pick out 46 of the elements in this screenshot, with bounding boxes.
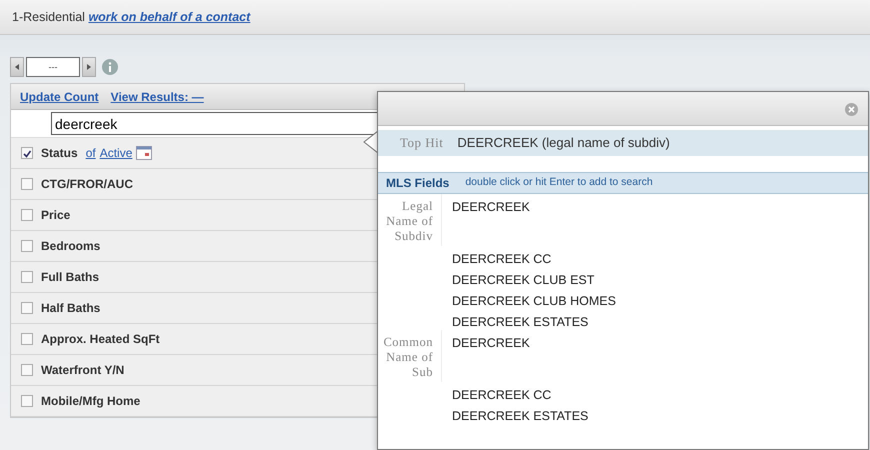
checkbox[interactable] [21,147,33,159]
criterion-label: CTG/FROR/AUC [41,176,133,193]
checkbox[interactable] [21,209,33,221]
next-button[interactable] [82,57,96,77]
calendar-icon[interactable] [136,146,152,160]
checkbox[interactable] [21,240,33,252]
suggestion-item[interactable]: DEERCREEK CC [442,382,868,403]
suggestion-item[interactable]: DEERCREEK [442,194,868,246]
suggestion-item[interactable]: DEERCREEK CLUB HOMES [442,288,868,309]
checkbox[interactable] [21,333,33,345]
suggestion-item[interactable]: DEERCREEK CC [442,246,868,267]
checkbox[interactable] [21,395,33,407]
field-label: Legal Name of Subdiv [378,194,442,246]
checkbox[interactable] [21,271,33,283]
criterion-label: Bedrooms [41,238,100,255]
checkbox[interactable] [21,302,33,314]
view-results-link[interactable]: View Results: — [110,88,204,106]
connector-link[interactable]: of [86,144,96,162]
top-hit-result[interactable]: DEERCREEK (legal name of subdiv) [457,133,670,153]
previous-button[interactable] [10,57,24,77]
criterion-label: Status [41,145,78,162]
info-icon[interactable] [102,59,118,75]
criterion-label: Waterfront Y/N [41,362,124,379]
module-title: 1-Residential [12,10,85,24]
section-hint: double click or hit Enter to add to search [465,175,653,190]
top-hit-label: Top Hit [400,134,444,152]
suggestion-item[interactable]: DEERCREEK CLUB EST [442,267,868,288]
criterion-label: Price [41,207,70,224]
criterion-label: Approx. Heated SqFt [41,331,160,348]
criterion-label: Half Baths [41,300,100,317]
suggestion-item[interactable]: DEERCREEK ESTATES [442,403,868,424]
right-arrow-icon [87,64,91,70]
page-field[interactable]: --- [26,57,80,77]
checkbox[interactable] [21,364,33,376]
update-count-link[interactable]: Update Count [20,88,99,106]
criterion-label: Mobile/Mfg Home [41,393,140,410]
criterion-label: Full Baths [41,269,100,286]
left-arrow-icon [15,64,19,70]
suggestion-item[interactable]: DEERCREEK ESTATES [442,309,868,330]
close-icon[interactable] [845,103,858,116]
checkbox[interactable] [21,178,33,190]
value-link[interactable]: Active [100,144,132,162]
section-title: MLS Fields [386,175,450,192]
field-label: Common Name of Sub [378,330,442,382]
suggestion-item[interactable]: DEERCREEK [442,330,868,382]
contact-link[interactable]: work on behalf of a contact [88,10,250,24]
